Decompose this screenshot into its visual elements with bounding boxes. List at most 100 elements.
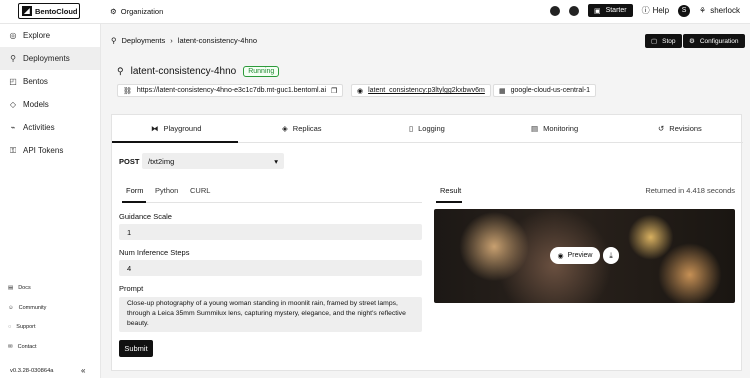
top-bar: ◢ BentoCloud ⚙ Organization ▣ Starter ⓘ … [0,0,750,24]
playground-panel: ⧓ Playground ◈ Replicas ▯ Logging ▤ Moni… [111,114,743,371]
support-link[interactable]: ◌ Support [8,324,36,330]
preview-label: Preview [567,252,593,259]
collapse-sidebar-icon[interactable]: « [81,366,85,375]
preview-button[interactable]: ◉ Preview [550,247,600,264]
sidebar-item-label: Activities [23,123,55,132]
sidebar-item-bentos[interactable]: ◰ Bentos [0,70,100,93]
monitoring-icon: ▤ [531,124,539,133]
tab-monitoring[interactable]: ▤ Monitoring [531,124,578,133]
main-content: ⚲ Deployments › latent-consistency-4hno … [101,24,750,378]
key-icon: ⚿ [9,145,17,155]
copy-icon[interactable]: ❐ [331,87,337,95]
link-icon: ⛓ [123,87,132,95]
logo-text: BentoCloud [35,6,78,16]
stop-button[interactable]: ▢ Stop [645,34,682,48]
community-icon: ☺ [8,305,14,311]
cluster-chip: ▦ google-cloud-us-central-1 [493,84,597,97]
submit-button[interactable]: Submit [119,340,153,357]
status-badge: Running [243,66,280,77]
support-icon: ◌ [8,324,12,330]
tab-revisions[interactable]: ↺ Revisions [658,124,702,133]
organization-switcher[interactable]: ⚙ Organization [110,7,163,16]
contact-link[interactable]: ✉ Contact [8,344,37,350]
community-label: Community [18,305,47,311]
sidebar-item-explore[interactable]: ◎ Explore [0,24,100,47]
deployment-title: latent-consistency-4hno [130,66,237,77]
community-link[interactable]: ☺ Community [8,305,46,311]
tab-label: Playground [163,124,202,133]
endpoint-url-chip[interactable]: ⛓ https://latent-consistency-4hno-e3c1c7… [117,84,344,97]
bentocloud-logo[interactable]: ◢ BentoCloud [18,3,80,19]
subtab-form[interactable]: Form [126,186,144,195]
playground-icon: ⧓ [151,124,159,133]
cube-icon: ◇ [9,100,17,109]
stop-label: Stop [662,37,676,45]
result-image: ◉ Preview ⤓ [434,209,735,303]
help-link[interactable]: ⓘ Help [642,5,669,16]
user-icon: ⚘ [699,6,707,15]
plan-label: Starter [605,7,627,14]
endpoint-select[interactable]: /txt2img ▾ [142,153,284,169]
num-inference-steps-label: Num Inference Steps [119,248,190,257]
breadcrumb: ⚲ Deployments › latent-consistency-4hno [111,36,257,45]
tab-replicas[interactable]: ◈ Replicas [282,124,322,133]
user-menu[interactable]: ⚘ sherlock [699,6,740,15]
guidance-scale-input[interactable]: 1 [119,224,422,240]
sidebar-item-label: Models [23,100,49,109]
logging-icon: ▯ [409,124,414,133]
organization-label: Organization [120,7,164,16]
result-tab-indicator [436,201,462,203]
username: sherlock [710,6,740,15]
status-icon[interactable] [568,5,579,16]
subtab-python[interactable]: Python [155,186,178,195]
response-time: Returned in 4.418 seconds [645,186,735,195]
subtab-curl[interactable]: CURL [190,186,210,195]
support-label: Support [16,324,36,330]
sidebar-item-label: Deployments [23,54,70,63]
result-label[interactable]: Result [440,186,461,195]
organization-icon: ⚙ [110,7,117,16]
endpoint-url[interactable]: https://latent-consistency-4hno-e3c1c7db… [137,87,326,94]
bento-chip[interactable]: ◉ latent_consistency:p3ltylgg2kxbwv6m [351,84,491,97]
prompt-textarea[interactable]: Close-up photography of a young woman st… [119,297,422,332]
help-label: Help [652,6,670,15]
tab-playground[interactable]: ⧓ Playground [151,124,201,133]
plan-icon: ▣ [593,7,601,15]
http-method: POST [119,157,140,166]
sidebar-item-activities[interactable]: ⌁ Activities [0,116,100,139]
num-inference-steps-input[interactable]: 4 [119,260,422,276]
plan-button[interactable]: ▣ Starter [587,4,633,17]
sidebar-item-label: API Tokens [23,146,64,155]
deployment-tabs: ⧓ Playground ◈ Replicas ▯ Logging ▤ Moni… [112,115,743,143]
tab-label: Logging [418,124,445,133]
configuration-button[interactable]: ⚙ Configuration [683,34,745,48]
avatar[interactable]: S [678,4,691,17]
sidebar-item-models[interactable]: ◇ Models [0,93,100,116]
cluster-icon: ▦ [499,87,506,95]
gear-icon: ⚙ [689,38,695,45]
stop-icon: ▢ [651,38,658,45]
tab-label: Monitoring [543,124,579,133]
rocket-icon: ⚲ [10,54,16,63]
deployment-header: ⚲ latent-consistency-4hno Running [117,66,280,77]
caret-down-icon: ▾ [274,156,278,166]
cluster-name: google-cloud-us-central-1 [510,87,591,94]
activity-icon: ⌁ [10,123,16,132]
deployment-icon: ⚲ [117,66,124,76]
sidebar-item-deployments[interactable]: ⚲ Deployments [0,47,100,70]
docs-link[interactable]: ▤ Docs [8,285,31,291]
bento-tag[interactable]: latent_consistency:p3ltylgg2kxbwv6m [368,87,485,94]
chevron-right-icon: › [170,36,173,45]
breadcrumb-current: latent-consistency-4hno [177,36,257,45]
tab-logging[interactable]: ▯ Logging [409,124,445,133]
eye-icon: ◉ [557,252,564,260]
sidebar-item-api-tokens[interactable]: ⚿ API Tokens [0,139,100,162]
theme-toggle-icon[interactable] [549,5,560,16]
download-icon[interactable]: ⤓ [603,247,619,264]
contact-icon: ✉ [8,344,13,350]
top-right-controls: ▣ Starter ⓘ Help S ⚘ sherlock [549,4,740,17]
breadcrumb-root[interactable]: Deployments [122,36,166,45]
subtab-active-indicator [122,201,146,203]
bento-logo-icon: ◢ [22,6,32,16]
box-icon: ◰ [9,77,17,86]
